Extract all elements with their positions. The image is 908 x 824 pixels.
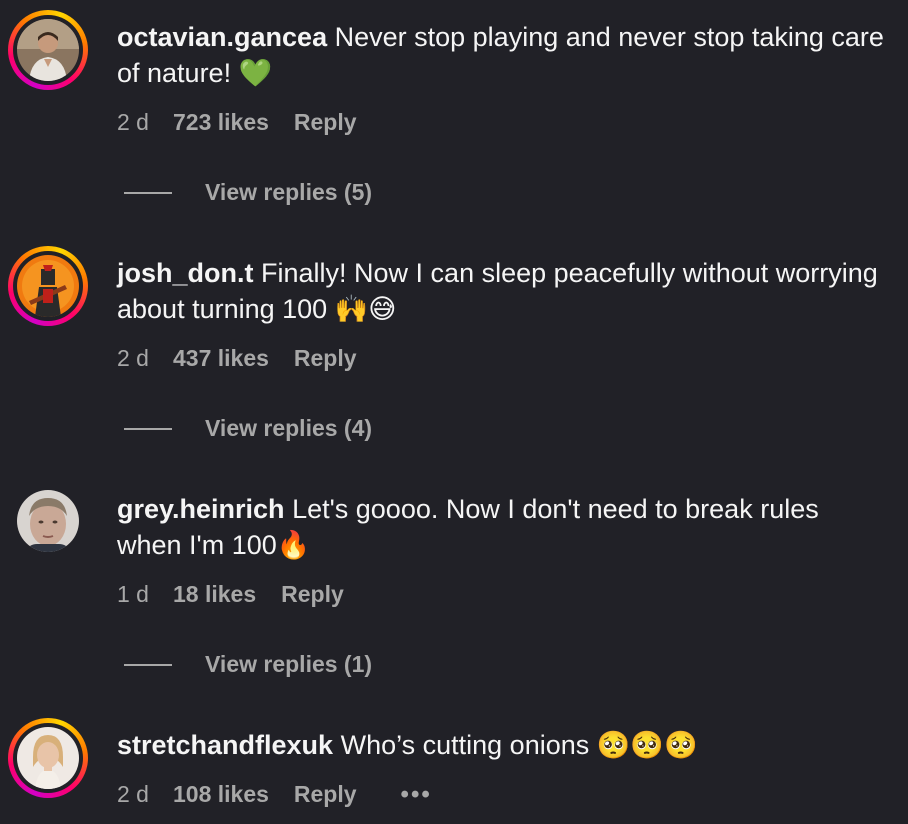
- avatar-ring-gap: [13, 723, 83, 793]
- avatar-story-ring[interactable]: [8, 10, 88, 90]
- avatar-stretch: [17, 727, 79, 789]
- comment-time[interactable]: 2 d: [117, 345, 149, 372]
- reply-button[interactable]: Reply: [294, 781, 357, 808]
- reply-button[interactable]: Reply: [281, 581, 344, 608]
- comment-username[interactable]: josh_don.t: [117, 258, 254, 288]
- comment-body: stretchandflexuk Who’s cutting onions 🥺🥺…: [117, 727, 887, 763]
- comment-text: Who’s cutting onions 🥺🥺🥺: [340, 730, 698, 760]
- comment-likes[interactable]: 18 likes: [173, 581, 256, 608]
- reply-button[interactable]: Reply: [294, 109, 357, 136]
- replies-divider-line: [124, 427, 172, 430]
- comment-meta: 2 d 108 likes Reply •••: [117, 781, 432, 808]
- view-replies-button[interactable]: View replies (1): [124, 651, 372, 678]
- comment-time[interactable]: 1 d: [117, 581, 149, 608]
- comment-body: josh_don.t Finally! Now I can sleep peac…: [117, 255, 887, 327]
- comment-username[interactable]: octavian.gancea: [117, 22, 327, 52]
- replies-divider-line: [124, 663, 172, 666]
- view-replies-label: View replies (1): [205, 651, 373, 677]
- avatar-story-ring[interactable]: [8, 718, 88, 798]
- avatar-ring-gap: [13, 15, 83, 85]
- avatar-ring-gap: [13, 251, 83, 321]
- view-replies-label: View replies (5): [205, 179, 373, 205]
- comment-time[interactable]: 2 d: [117, 781, 149, 808]
- avatar-story-ring[interactable]: [8, 246, 88, 326]
- comment-meta: 1 d 18 likes Reply: [117, 581, 344, 608]
- comment-body: grey.heinrich Let's goooo. Now I don't n…: [117, 491, 887, 563]
- view-replies-label: View replies (4): [205, 415, 373, 441]
- comment-likes[interactable]: 108 likes: [173, 781, 269, 808]
- avatar-octavian: [17, 19, 79, 81]
- view-replies-button[interactable]: View replies (5): [124, 179, 372, 206]
- replies-divider-line: [124, 191, 172, 194]
- comment-time[interactable]: 2 d: [117, 109, 149, 136]
- comment-body: octavian.gancea Never stop playing and n…: [117, 19, 887, 91]
- comment-meta: 2 d 437 likes Reply: [117, 345, 357, 372]
- reply-button[interactable]: Reply: [294, 345, 357, 372]
- comment-username[interactable]: stretchandflexuk: [117, 730, 333, 760]
- comment-username[interactable]: grey.heinrich: [117, 494, 285, 524]
- avatar-josh: [17, 255, 79, 317]
- comment-meta: 2 d 723 likes Reply: [117, 109, 357, 136]
- comment-likes[interactable]: 723 likes: [173, 109, 269, 136]
- view-replies-button[interactable]: View replies (4): [124, 415, 372, 442]
- comment-likes[interactable]: 437 likes: [173, 345, 269, 372]
- avatar-grey[interactable]: [17, 490, 79, 552]
- more-options-icon[interactable]: •••: [401, 782, 432, 806]
